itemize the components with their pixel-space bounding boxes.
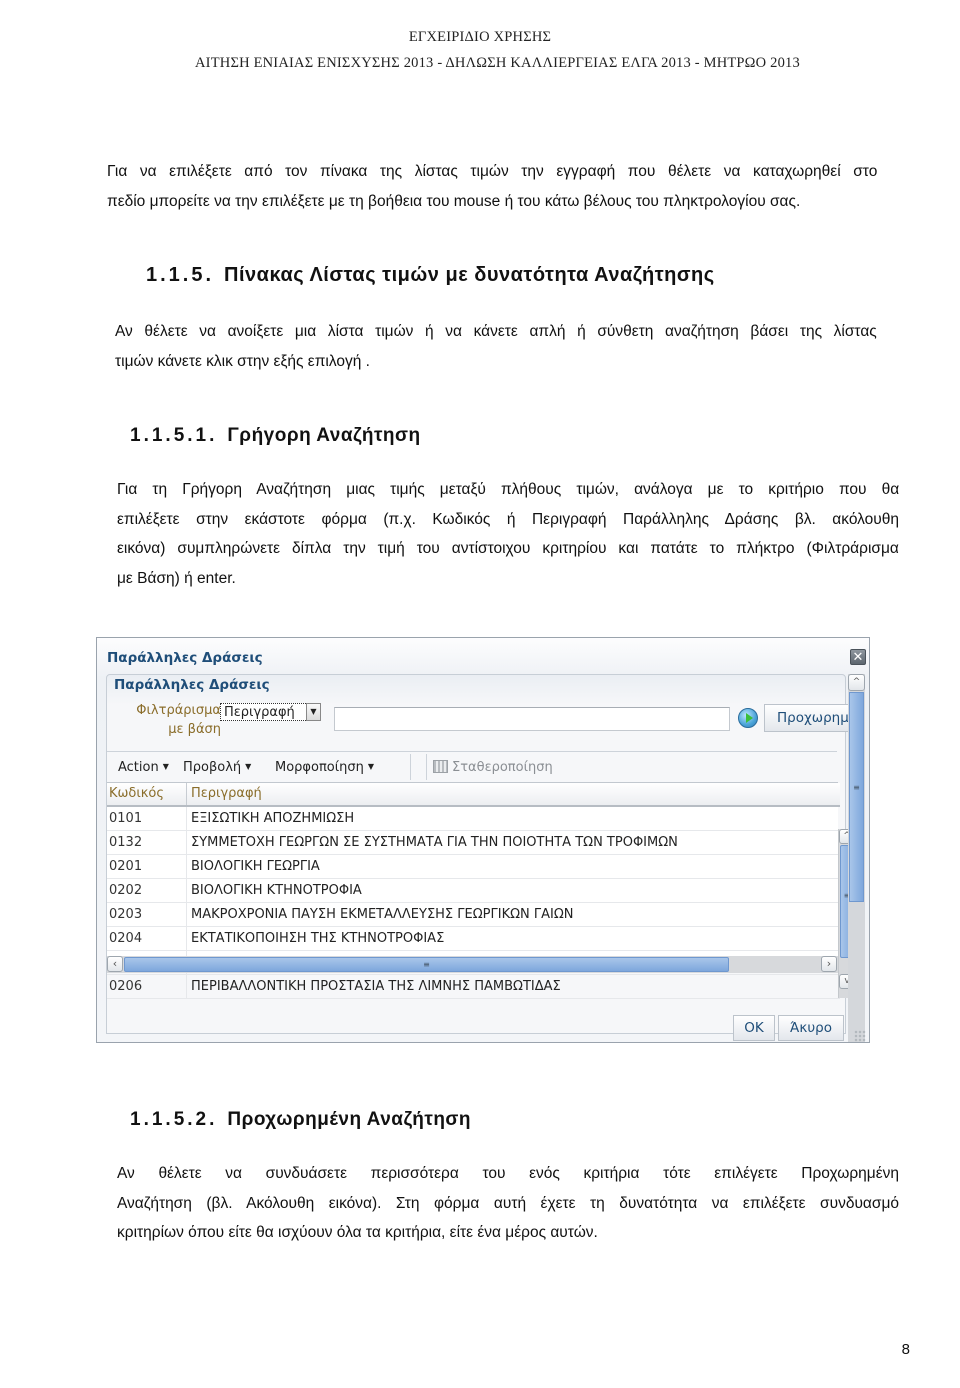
- parallel-actions-dialog: Παράλληλες Δράσεις ✕ Παράλληλες Δράσεις …: [96, 637, 870, 1043]
- cell-description: ΣΥΜΜΕΤΟΧΗ ΓΕΩΡΓΩΝ ΣΕ ΣΥΣΤΗΜΑΤΑ ΓΙΑ ΤΗΝ Π…: [191, 835, 678, 850]
- document-header-title: ΕΓΧΕΙΡΙΔΙΟ ΧΡΗΣΗΣ: [408, 29, 552, 45]
- cell-code: 0204: [109, 931, 143, 946]
- toolbar-divider: [410, 754, 411, 780]
- table-row[interactable]: 0202 ΒΙΟΛΟΓΙΚΗ ΚΤΗΝΟΤΡΟΦΙΑ: [107, 879, 840, 903]
- section-1-1-5-1-paragraph: Για τη Γρήγορη Αναζήτηση μιας τιμής μετα…: [117, 475, 899, 593]
- filter-label: Φιλτράρισμα με βάση: [127, 701, 221, 739]
- filter-label-line: με βάση: [168, 722, 221, 737]
- table-row[interactable]: 0201 ΒΙΟΛΟΓΙΚΗ ΓΕΩΡΓΙΑ: [107, 855, 840, 879]
- text-line: πεδίο μπορείτε να την επιλέξετε με τη βο…: [107, 192, 801, 210]
- section-1-1-5-paragraph: Αν θέλετε να ανοίξετε μια λίστα τιμών ή …: [115, 317, 877, 376]
- section-heading-1-1-5-2: 1.1.5.2. Προχωρημένη Αναζήτηση: [130, 1109, 471, 1131]
- table-row[interactable]: 0204 ΕΚΤΑΤΙΚΟΠΟΙΗΣΗ ΤΗΣ ΚΤΗΝΟΤΡΟΦΙΑΣ: [107, 927, 840, 951]
- text-line: Για τη Γρήγορη Αναζήτηση μιας τιμής μετα…: [117, 481, 900, 498]
- cell-code: 0132: [109, 835, 143, 850]
- section-number: 1.1.5.1.: [130, 425, 218, 446]
- column-header-description[interactable]: Περιγραφή: [191, 786, 262, 801]
- table-row[interactable]: 0101 ΕΞΙΣΩΤΙΚΗ ΑΠΟΖΗΜΙΩΣΗ: [107, 807, 840, 831]
- cancel-button[interactable]: Άκυρο: [778, 1015, 844, 1041]
- section-number: 1.1.5.: [146, 264, 215, 286]
- panel-title: Παράλληλες Δράσεις: [114, 677, 270, 693]
- page-number: 8: [901, 1341, 910, 1358]
- text-line: τιμών κάνετε κλικ στην εξής επιλογή .: [115, 352, 370, 370]
- table-row[interactable]: 0206 ΠΕΡΙΒΑΛΛΟΝΤΙΚΗ ΠΡΟΣΤΑΣΙΑ ΤΗΣ ΛΙΜΝΗΣ …: [107, 975, 840, 999]
- intro-paragraph: Για να επιλέξετε από τον πίνακα της λίστ…: [107, 157, 877, 216]
- section-number: 1.1.5.2.: [130, 1109, 218, 1130]
- column-divider: [186, 831, 187, 854]
- freeze-columns-icon: [433, 760, 448, 773]
- cell-description: ΠΕΡΙΒΑΛΛΟΝΤΙΚΗ ΠΡΟΣΤΑΣΙΑ ΤΗΣ ΛΙΜΝΗΣ ΠΑΜΒ…: [191, 979, 561, 994]
- section-title: Γρήγορη Αναζήτηση: [227, 425, 421, 446]
- format-menu-label: Μορφοποίηση: [275, 760, 364, 775]
- column-divider: [186, 903, 187, 926]
- cell-description: ΒΙΟΛΟΓΙΚΗ ΚΤΗΝΟΤΡΟΦΙΑ: [191, 883, 362, 898]
- cell-code: 0206: [109, 979, 143, 994]
- cell-description: ΕΞΙΣΩΤΙΚΗ ΑΠΟΖΗΜΙΩΣΗ: [191, 811, 355, 826]
- text-line: με Βάση) ή enter.: [117, 569, 236, 587]
- column-divider: [186, 927, 187, 950]
- filter-label-line: Φιλτράρισμα: [136, 703, 221, 718]
- column-divider: [186, 975, 187, 998]
- dialog-title: Παράλληλες Δράσεις: [107, 650, 263, 666]
- advanced-search-button[interactable]: Προχωρημένη: [764, 704, 854, 732]
- cell-code: 0202: [109, 883, 143, 898]
- scroll-right-icon[interactable]: ›: [821, 956, 837, 972]
- section-heading-1-1-5-1: 1.1.5.1. Γρήγορη Αναζήτηση: [130, 425, 421, 447]
- section-title: Προχωρημένη Αναζήτηση: [227, 1109, 472, 1130]
- table-header: Κωδικός Περιγραφή: [107, 783, 840, 807]
- text-line: Για να επιλέξετε από τον πίνακα της λίστ…: [107, 163, 878, 180]
- cell-description: ΒΙΟΛΟΓΙΚΗ ΓΕΩΡΓΙΑ: [191, 859, 320, 874]
- format-menu[interactable]: Μορφοποίηση ▼: [275, 760, 374, 775]
- caret-down-icon: ▼: [245, 762, 252, 771]
- dialog-body: Παράλληλες Δράσεις Φιλτράρισμα με βάση Π…: [106, 674, 856, 1034]
- action-menu[interactable]: Action ▼: [118, 760, 169, 775]
- close-icon[interactable]: ✕: [850, 649, 866, 665]
- view-menu-label: Προβολή: [183, 760, 242, 775]
- cell-code: 0203: [109, 907, 143, 922]
- caret-down-icon: ▼: [162, 762, 169, 771]
- column-divider: [186, 879, 187, 902]
- cell-description: ΕΚΤΑΤΙΚΟΠΟΙΗΣΗ ΤΗΣ ΚΤΗΝΟΤΡΟΦΙΑΣ: [191, 931, 445, 946]
- table-row[interactable]: 0132 ΣΥΜΜΕΤΟΧΗ ΓΕΩΡΓΩΝ ΣΕ ΣΥΣΤΗΜΑΤΑ ΓΙΑ Τ…: [107, 831, 840, 855]
- cell-code: 0101: [109, 811, 143, 826]
- text-line: εικόνα) συμπληρώνετε δίπλα την τιμή του …: [117, 540, 899, 557]
- text-line: επιλέξετε στην εκάστοτε φόρμα (π.χ. Κωδι…: [117, 510, 899, 528]
- column-header-code[interactable]: Κωδικός: [109, 786, 164, 801]
- toolbar-divider: [426, 754, 427, 780]
- document-header-subtitle: ΑΙΤΗΣΗ ΕΝΙΑΙΑΣ ΕΝΙΣΧΥΣΗΣ 2013 - ΔΗΛΩΣΗ Κ…: [195, 55, 800, 71]
- section-title: Πίνακας Λίστας τιμών με δυνατότητα Αναζή…: [224, 264, 715, 286]
- text-line: Αν θέλετε να συνδυάσετε περισσότερα του …: [117, 1165, 899, 1182]
- scroll-up-icon[interactable]: ^: [848, 674, 865, 691]
- values-table: Κωδικός Περιγραφή 0101 ΕΞΙΣΩΤΙΚΗ ΑΠΟΖΗΜΙΩ…: [107, 782, 840, 999]
- scrollbar-thumb[interactable]: ≡: [849, 692, 864, 902]
- table-horizontal-scrollbar[interactable]: ‹ ≡ ›: [107, 956, 838, 973]
- scroll-left-icon[interactable]: ‹: [107, 956, 123, 972]
- section-heading-1-1-5: 1.1.5. Πίνακας Λίστας τιμών με δυνατότητα…: [146, 264, 715, 287]
- table-row[interactable]: 0203 ΜΑΚΡΟΧΡΟΝΙΑ ΠΑΥΣΗ ΕΚΜΕΤΑΛΛΕΥΣΗΣ ΓΕΩΡ…: [107, 903, 840, 927]
- ok-button[interactable]: OK: [733, 1015, 775, 1041]
- action-menu-label: Action: [118, 760, 159, 775]
- text-line: Αναζήτηση (βλ. Ακόλουθη εικόνα). Στη φόρ…: [117, 1194, 899, 1212]
- caret-down-icon: ▼: [367, 762, 375, 771]
- column-divider: [186, 855, 187, 878]
- search-input[interactable]: [334, 707, 730, 731]
- dialog-vertical-scrollbar[interactable]: ^ ≡: [848, 674, 865, 1042]
- column-divider: [186, 807, 187, 830]
- scrollbar-thumb[interactable]: ≡: [124, 957, 729, 972]
- filter-criterion-select[interactable]: Περιγραφή: [220, 703, 320, 721]
- section-1-1-5-2-paragraph: Αν θέλετε να συνδυάσετε περισσότερα του …: [117, 1159, 899, 1248]
- view-menu[interactable]: Προβολή ▼: [183, 760, 251, 775]
- resize-grip-icon[interactable]: [854, 1030, 866, 1042]
- text-line: Αν θέλετε να ανοίξετε μια λίστα τιμών ή …: [115, 323, 877, 340]
- cell-code: 0201: [109, 859, 143, 874]
- column-divider: [186, 783, 187, 805]
- freeze-label: Σταθεροποίηση: [452, 760, 553, 775]
- grid-toolbar: Action ▼ Προβολή ▼ Μορφοποίηση ▼ Σταθεροποί…: [107, 751, 837, 782]
- play-circle-icon[interactable]: [738, 708, 758, 728]
- cell-description: ΜΑΚΡΟΧΡΟΝΙΑ ΠΑΥΣΗ ΕΚΜΕΤΑΛΛΕΥΣΗΣ ΓΕΩΡΓΙΚΩ…: [191, 907, 574, 922]
- text-line: κριτηρίων όπου είτε θα ισχύουν όλα τα κρ…: [117, 1224, 598, 1241]
- freeze-button[interactable]: Σταθεροποίηση: [433, 760, 553, 775]
- chevron-down-icon[interactable]: ▼: [306, 703, 321, 721]
